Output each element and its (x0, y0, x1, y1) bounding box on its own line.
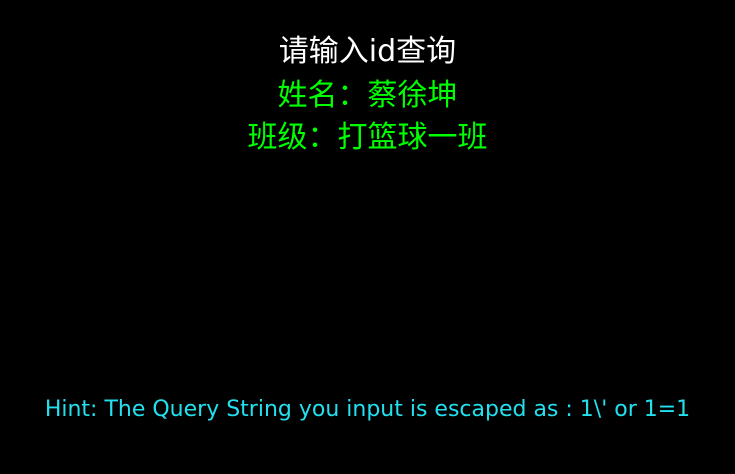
escape-hint-text: Hint: The Query String you input is esca… (44, 397, 691, 422)
result-name-line: 姓名：蔡徐坤 (277, 78, 458, 113)
query-prompt-heading: 请输入id查询 (278, 34, 457, 69)
result-class-line: 班级：打篮球一班 (247, 120, 488, 155)
